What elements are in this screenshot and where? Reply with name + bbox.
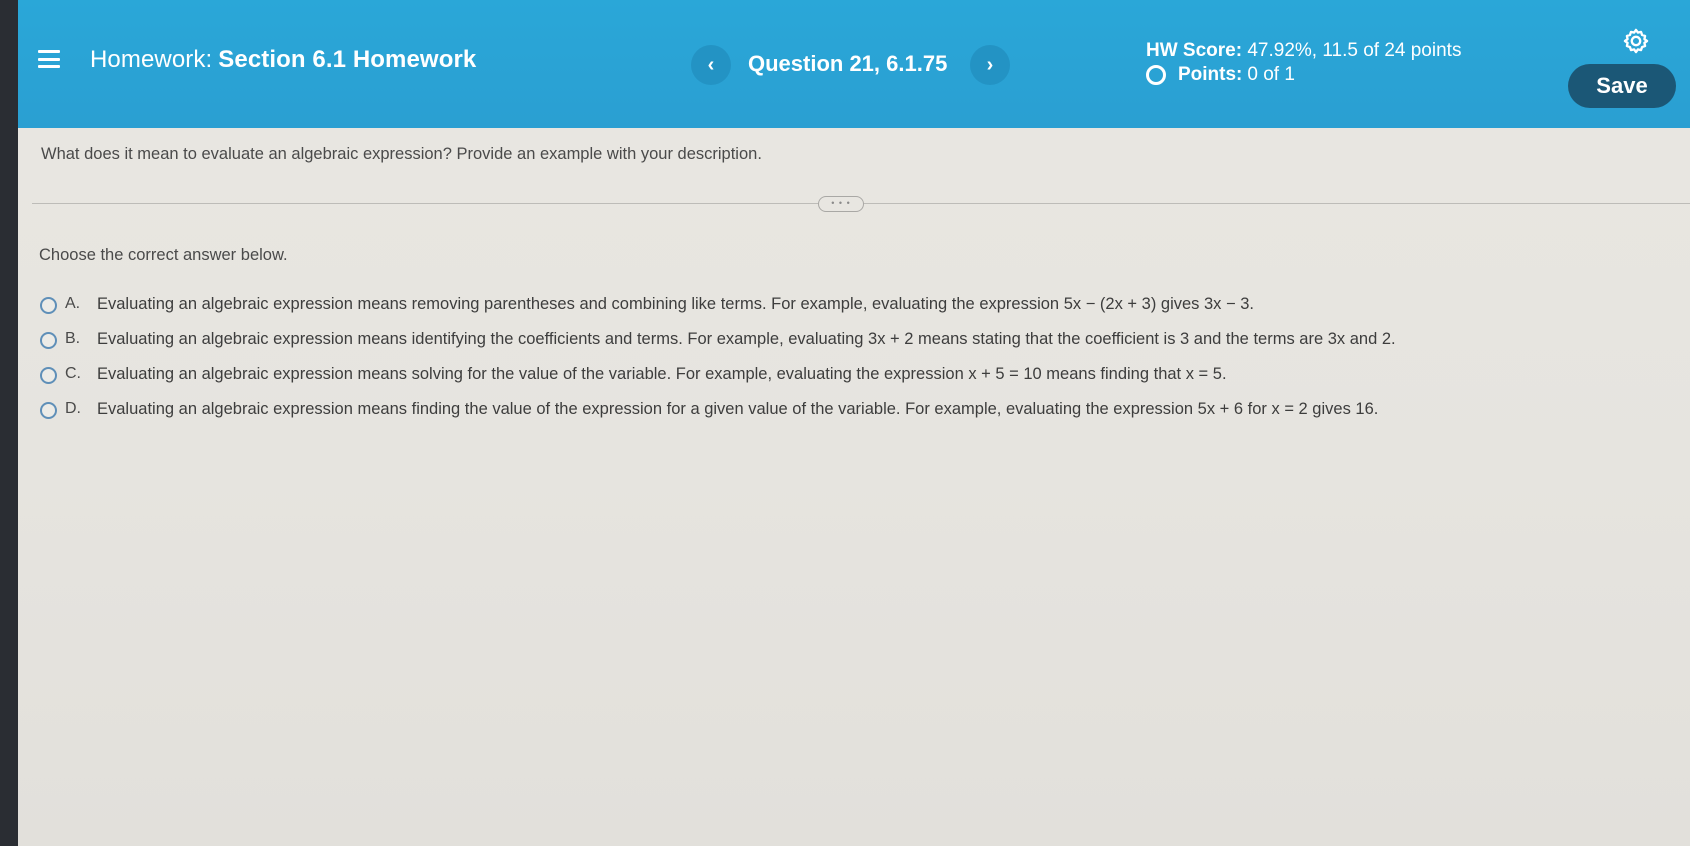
next-question-button[interactable]: › — [970, 45, 1010, 85]
menu-icon[interactable] — [38, 50, 60, 68]
option-text: Evaluating an algebraic expression means… — [97, 330, 1396, 348]
points-status: Points: 0 of 1 — [1146, 64, 1295, 86]
homework-title: Homework: Section 6.1 Homework — [90, 46, 476, 74]
option-letter: D. — [65, 400, 81, 417]
expand-handle[interactable]: • • • — [818, 196, 864, 212]
hw-score-value: 47.92%, 11.5 of 24 points — [1247, 40, 1462, 61]
save-button[interactable]: Save — [1568, 64, 1676, 108]
question-label: Question 21, 6.1.75 — [748, 51, 948, 76]
points-value: 0 of 1 — [1247, 64, 1295, 85]
option-c[interactable]: C. Evaluating an algebraic expression me… — [40, 365, 1396, 400]
radio-button[interactable] — [40, 367, 57, 384]
app-window: Homework: Section 6.1 Homework ‹ Question… — [18, 0, 1690, 846]
radio-button[interactable] — [40, 402, 57, 419]
previous-question-button[interactable]: ‹ — [691, 45, 731, 85]
hw-score: HW Score: 47.92%, 11.5 of 24 points — [1146, 40, 1461, 62]
option-text: Evaluating an algebraic expression means… — [97, 365, 1227, 383]
option-text: Evaluating an algebraic expression means… — [97, 400, 1379, 418]
circle-outline-icon — [1146, 65, 1166, 85]
radio-button[interactable] — [40, 332, 57, 349]
option-letter: C. — [65, 365, 81, 382]
option-letter: A. — [65, 295, 81, 312]
option-text: Evaluating an algebraic expression means… — [97, 295, 1254, 313]
hw-score-label: HW Score: — [1146, 40, 1243, 61]
homework-title-prefix: Homework: — [90, 46, 213, 73]
option-a[interactable]: A. Evaluating an algebraic expression me… — [40, 295, 1396, 330]
option-letter: B. — [65, 330, 81, 347]
answer-options: A. Evaluating an algebraic expression me… — [40, 295, 1396, 435]
instruction-text: Choose the correct answer below. — [39, 246, 288, 264]
header-bar: Homework: Section 6.1 Homework ‹ Question… — [18, 0, 1690, 128]
gear-icon[interactable] — [1622, 27, 1650, 55]
homework-title-name: Section 6.1 Homework — [218, 46, 477, 73]
option-d[interactable]: D. Evaluating an algebraic expression me… — [40, 400, 1396, 435]
points-label: Points: — [1178, 64, 1243, 85]
question-text: What does it mean to evaluate an algebra… — [41, 145, 762, 163]
radio-button[interactable] — [40, 297, 57, 314]
option-b[interactable]: B. Evaluating an algebraic expression me… — [40, 330, 1396, 365]
